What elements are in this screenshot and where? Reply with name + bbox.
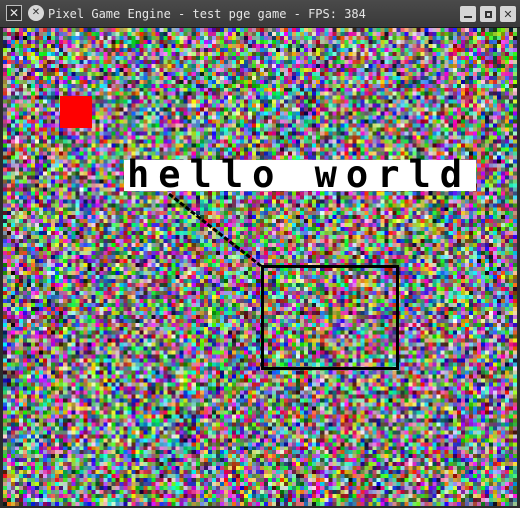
app-icon[interactable]: ✕ — [6, 5, 22, 21]
minimize-button[interactable] — [460, 6, 476, 22]
overlay-shapes — [168, 192, 399, 370]
window-title: Pixel Game Engine - test pge game - FPS:… — [48, 7, 366, 21]
title-bar[interactable]: ✕ ✕ Pixel Game Engine - test pge game - … — [0, 0, 520, 28]
app-window: ✕ ✕ Pixel Game Engine - test pge game - … — [0, 0, 520, 508]
outline-rectangle — [261, 265, 399, 370]
close-button[interactable]: ✕ — [500, 6, 516, 22]
diagonal-line — [168, 192, 262, 268]
maximize-button[interactable] — [480, 6, 496, 22]
game-canvas[interactable]: hello world — [3, 28, 517, 506]
pin-icon[interactable]: ✕ — [28, 5, 44, 21]
